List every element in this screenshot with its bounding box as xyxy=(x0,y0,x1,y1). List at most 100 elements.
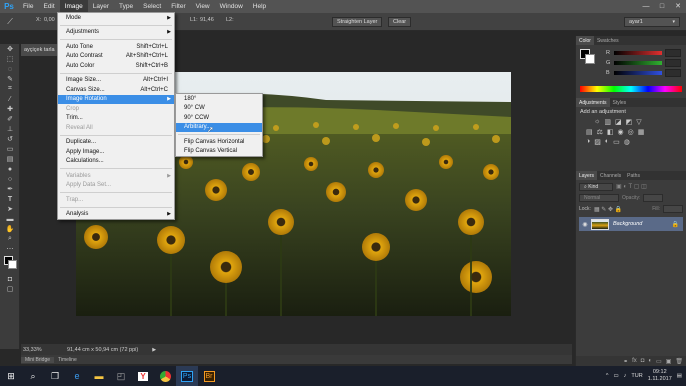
color-lookup-icon[interactable]: ▦ xyxy=(638,128,645,136)
tab-swatches[interactable]: Swatches xyxy=(594,36,622,45)
search-icon[interactable]: ⌕ xyxy=(22,366,44,386)
threshold-icon[interactable]: ◐ xyxy=(605,138,609,146)
gradient-map-icon[interactable]: ▭ xyxy=(613,138,620,146)
minimize-icon[interactable]: — xyxy=(640,1,652,11)
tab-adjustments[interactable]: Adjustments xyxy=(576,98,610,107)
straighten-layer-button[interactable]: Straighten Layer xyxy=(332,17,383,27)
layer-kind-select[interactable]: ⌕ Kind xyxy=(579,182,613,191)
volume-icon[interactable]: ♪ xyxy=(624,373,627,379)
exposure-icon[interactable]: ◩ xyxy=(626,118,633,126)
image-menu-item[interactable]: Apply Image... xyxy=(58,147,174,157)
trash-icon[interactable]: 🗑 xyxy=(675,358,683,365)
fx-icon[interactable]: fx xyxy=(632,358,637,364)
stamp-tool-icon[interactable]: ⊥ xyxy=(0,124,20,134)
task-view-icon[interactable]: ❐ xyxy=(44,366,66,386)
color-balance-icon[interactable]: ⚖ xyxy=(597,128,603,136)
more-tools-icon[interactable]: ⋯ xyxy=(0,244,20,254)
rotation-menu-item[interactable]: 90° CCW xyxy=(176,113,262,123)
selective-color-icon[interactable]: ◍ xyxy=(624,138,630,146)
windows-start-icon[interactable]: ⊞ xyxy=(0,366,22,386)
gradient-tool-icon[interactable]: ▤ xyxy=(0,154,20,164)
opacity-input[interactable] xyxy=(643,194,664,202)
new-layer-icon[interactable]: ▣ xyxy=(666,358,672,365)
clear-button[interactable]: Clear xyxy=(388,17,412,27)
path-select-tool-icon[interactable]: ➤ xyxy=(0,204,20,214)
invert-icon[interactable]: ◑ xyxy=(586,138,590,146)
layer-row-background[interactable]: ◉ Background 🔒 xyxy=(579,217,683,231)
yandex-icon[interactable]: Y xyxy=(132,366,154,386)
zoom-tool-icon[interactable]: ⌕ xyxy=(0,234,20,244)
channel-value-input[interactable] xyxy=(665,59,681,67)
dodge-tool-icon[interactable]: ○ xyxy=(0,174,20,184)
tab-styles[interactable]: Styles xyxy=(610,98,630,107)
background-color-swatch[interactable] xyxy=(8,260,17,269)
color-ramp[interactable] xyxy=(580,86,682,92)
shape-tool-icon[interactable]: ▬ xyxy=(0,214,20,224)
language-indicator[interactable]: TUR xyxy=(631,373,642,379)
image-menu-item[interactable]: Calculations... xyxy=(58,157,174,167)
maximize-icon[interactable]: □ xyxy=(656,1,668,11)
levels-icon[interactable]: ▥ xyxy=(604,118,611,126)
clock[interactable]: 09:12 1.11.2017 xyxy=(648,369,672,383)
status-menu-arrow-icon[interactable]: ▶ xyxy=(152,347,156,353)
rotation-menu-item[interactable]: 90° CW xyxy=(176,104,262,114)
rotation-menu-item[interactable]: Flip Canvas Vertical xyxy=(176,147,262,157)
curves-icon[interactable]: ◪ xyxy=(615,118,622,126)
file-explorer-icon[interactable]: ▬ xyxy=(88,366,110,386)
brightness-icon[interactable]: ☼ xyxy=(594,118,600,126)
menu-file[interactable]: File xyxy=(18,0,38,13)
black-white-icon[interactable]: ◧ xyxy=(607,128,614,136)
channel-slider[interactable] xyxy=(614,61,662,65)
channel-mixer-icon[interactable]: ◎ xyxy=(628,128,634,136)
history-brush-tool-icon[interactable]: ↺ xyxy=(0,134,20,144)
image-menu-item[interactable]: Image Rotation ▶ xyxy=(58,94,174,104)
image-menu-item[interactable]: Auto Contrast Alt+Shift+Ctrl+L xyxy=(58,52,174,62)
photoshop-taskbar-icon[interactable]: Ps xyxy=(176,366,198,386)
chrome-icon[interactable] xyxy=(154,366,176,386)
group-icon[interactable]: ▭ xyxy=(656,358,662,365)
edge-browser-icon[interactable]: e xyxy=(66,366,88,386)
image-menu-item[interactable]: Analysis ▶ xyxy=(58,210,174,220)
eyedropper-tool-icon[interactable]: ⁄ xyxy=(0,94,20,104)
tab-paths[interactable]: Paths xyxy=(624,171,643,180)
move-tool-icon[interactable]: ✥ xyxy=(0,44,20,54)
close-icon[interactable]: ✕ xyxy=(672,1,684,11)
menu-window[interactable]: Window xyxy=(215,0,248,13)
bridge-taskbar-icon[interactable]: Br xyxy=(198,366,220,386)
blur-tool-icon[interactable]: ● xyxy=(0,164,20,174)
adjustment-layer-icon[interactable]: ◐ xyxy=(648,358,652,364)
image-menu-item[interactable]: Adjustments ▶ xyxy=(58,28,174,38)
image-menu-item[interactable]: Auto Color Shift+Ctrl+B xyxy=(58,61,174,71)
tab-layers[interactable]: Layers xyxy=(576,171,598,180)
image-menu-item[interactable]: Trim... xyxy=(58,114,174,124)
rotation-menu-item[interactable]: Arbitrary... xyxy=(176,122,262,132)
type-tool-icon[interactable]: T xyxy=(0,194,20,204)
vibrance-icon[interactable]: ▽ xyxy=(636,118,641,126)
image-menu-item[interactable]: Auto Tone Shift+Ctrl+L xyxy=(58,42,174,52)
brush-tool-icon[interactable]: ✐ xyxy=(0,114,20,124)
image-menu-item[interactable]: Canvas Size... Alt+Ctrl+C xyxy=(58,85,174,95)
image-menu-item[interactable]: Mode ▶ xyxy=(58,13,174,23)
quick-mask-icon[interactable]: ◘ xyxy=(0,274,20,284)
channel-value-input[interactable] xyxy=(665,49,681,57)
screen-mode-icon[interactable]: ▢ xyxy=(0,284,20,294)
ruler-tool-icon[interactable]: ⟋ xyxy=(3,16,17,27)
zoom-level[interactable]: 33,33% xyxy=(23,347,61,353)
image-menu-item[interactable]: Image Size... Alt+Ctrl+I xyxy=(58,76,174,86)
eraser-tool-icon[interactable]: ▭ xyxy=(0,144,20,154)
blend-mode-select[interactable]: Normal xyxy=(579,194,619,202)
rotation-menu-item[interactable]: 180° xyxy=(176,94,262,104)
tab-timeline[interactable]: Timeline xyxy=(54,357,81,363)
link-layers-icon[interactable]: ⚭ xyxy=(623,358,628,365)
network-icon[interactable]: ▭ xyxy=(613,373,618,379)
pen-tool-icon[interactable]: ✒ xyxy=(0,184,20,194)
eye-icon[interactable]: ◉ xyxy=(579,221,591,228)
menu-help[interactable]: Help xyxy=(248,0,271,13)
workspace-select[interactable]: ayar1 ▾ xyxy=(624,17,680,27)
channel-slider[interactable] xyxy=(614,71,662,75)
lock-icons[interactable]: ▦ ✎ ✥ 🔒 xyxy=(594,206,622,213)
store-icon[interactable]: ◰ xyxy=(110,366,132,386)
menu-view[interactable]: View xyxy=(191,0,215,13)
tab-color[interactable]: Color xyxy=(576,36,594,45)
quick-select-tool-icon[interactable]: ✎ xyxy=(0,74,20,84)
